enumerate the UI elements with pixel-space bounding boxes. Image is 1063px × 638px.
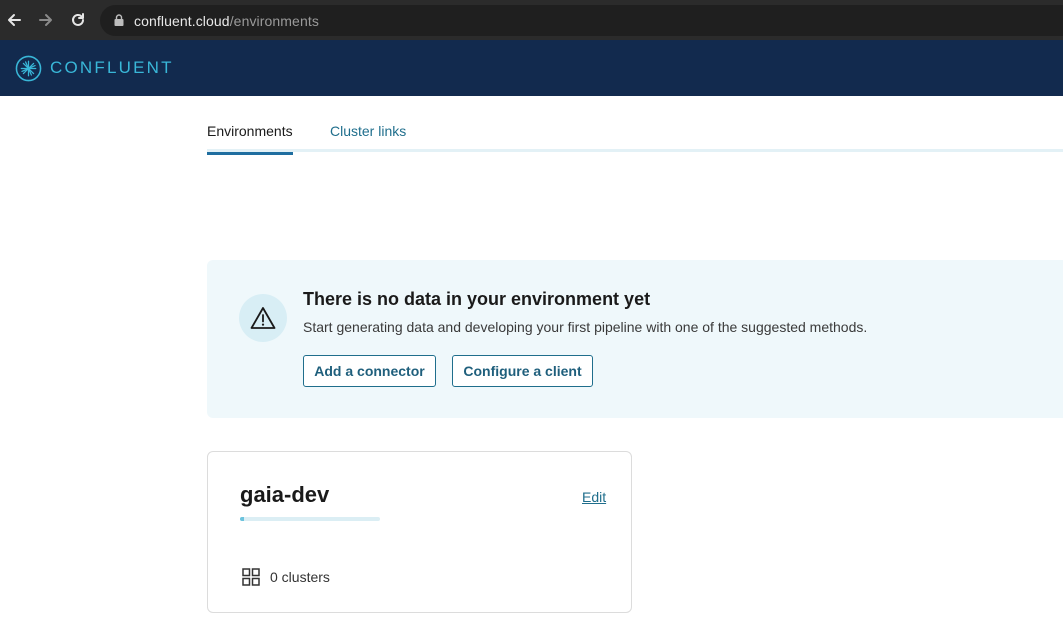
lock-icon <box>114 13 124 26</box>
url-path: /environments <box>229 12 319 29</box>
forward-arrow-icon[interactable] <box>36 10 56 30</box>
environment-usage-bar <box>240 517 380 521</box>
tab-environments[interactable]: Environments <box>207 123 293 155</box>
logo-text[interactable]: CONFLUENT <box>50 58 174 78</box>
clusters-count: 0 clusters <box>242 568 330 586</box>
configure-client-button[interactable]: Configure a client <box>452 355 593 387</box>
warning-icon-badge <box>239 294 287 342</box>
back-arrow-icon[interactable] <box>4 10 24 30</box>
banner-description: Start generating data and developing you… <box>303 319 868 335</box>
confluent-logo-icon[interactable] <box>15 55 42 82</box>
address-bar[interactable]: confluent.cloud/environments <box>100 5 1063 36</box>
grid-icon <box>242 568 260 586</box>
tab-bar: Environments Cluster links <box>207 96 1063 155</box>
add-connector-button[interactable]: Add a connector <box>303 355 436 387</box>
edit-environment-link[interactable]: Edit <box>582 489 606 505</box>
environment-usage-fill <box>240 517 245 521</box>
empty-state-banner: There is no data in your environment yet… <box>207 260 1063 418</box>
banner-title: There is no data in your environment yet <box>303 289 651 309</box>
environment-name[interactable]: gaia-dev <box>240 482 329 508</box>
clusters-count-label: 0 clusters <box>270 569 330 585</box>
environment-card[interactable]: gaia-dev Edit 0 clusters <box>207 451 632 613</box>
url-host: confluent.cloud <box>134 12 230 29</box>
reload-icon[interactable] <box>68 10 88 30</box>
warning-icon <box>250 307 276 329</box>
app-header: CONFLUENT <box>0 40 1063 96</box>
tab-cluster-links[interactable]: Cluster links <box>330 123 406 153</box>
browser-toolbar: confluent.cloud/environments <box>0 0 1063 40</box>
